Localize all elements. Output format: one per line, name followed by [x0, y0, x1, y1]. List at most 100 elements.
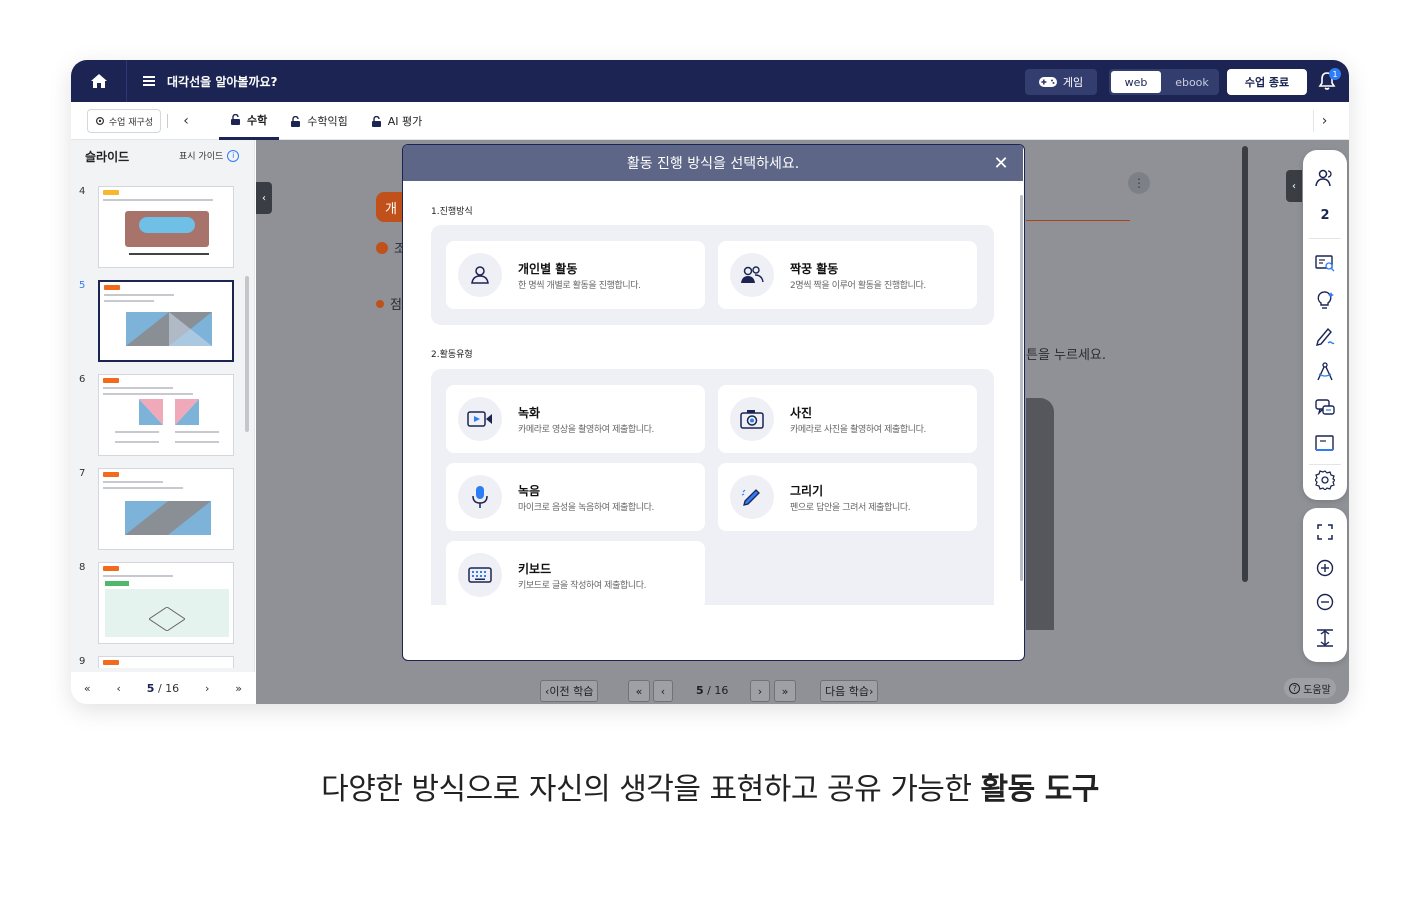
board-search-button[interactable]: [1315, 254, 1335, 274]
section-title: 1.진행방식: [431, 207, 473, 217]
home-icon: [90, 74, 107, 88]
slide-thumbnail: [98, 280, 234, 362]
page-indicator: 5 / 16: [147, 682, 179, 695]
chevron-left-icon[interactable]: ‹: [175, 110, 197, 132]
next-lesson-label: 다음 학습: [825, 685, 869, 698]
slide-list: 4 5 6 7 8 9: [71, 176, 255, 668]
game-button[interactable]: 게임: [1025, 69, 1097, 95]
collapse-sidebar-button[interactable]: ‹: [256, 182, 272, 214]
right-toolbar: 2: [1303, 150, 1347, 500]
tab-ai-evaluation[interactable]: AI 평가: [360, 102, 435, 140]
chat-button[interactable]: [1315, 398, 1335, 418]
slide-pager: « ‹ 5 / 16 › »: [71, 672, 255, 704]
zoom-out-icon: [1316, 593, 1334, 611]
tab-math[interactable]: 수학: [219, 102, 280, 140]
slide-item[interactable]: 4: [71, 184, 255, 278]
bullet-icon: [376, 300, 384, 308]
current-page: 5: [696, 684, 704, 697]
close-icon[interactable]: ✕: [991, 153, 1011, 174]
prev-lesson-button[interactable]: ‹ 이전 학습: [540, 680, 599, 702]
first-page-button[interactable]: «: [628, 680, 650, 702]
keyboard-activity-card[interactable]: 키보드 키보드로 글을 작성하여 제출합니다.: [446, 541, 705, 609]
settings-button[interactable]: [1315, 470, 1335, 490]
slide-item[interactable]: 7: [71, 466, 255, 560]
collapse-tools-button[interactable]: ‹: [1286, 170, 1302, 202]
lesson-menu[interactable]: 대각선을 알아볼까요?: [143, 60, 278, 102]
hint-button[interactable]: [1315, 290, 1335, 310]
video-activity-card[interactable]: 녹화 카메라로 영상을 촬영하여 제출합니다.: [446, 385, 705, 453]
game-label: 게임: [1062, 76, 1084, 89]
last-page-button[interactable]: »: [774, 680, 796, 702]
caption-text: 다양한 방식으로 자신의 생각을 표현하고 공유 가능한: [321, 772, 981, 807]
slide-thumbnail: [98, 656, 234, 668]
help-icon: ?: [1289, 682, 1301, 694]
slide-number: 7: [79, 468, 86, 479]
slide-item[interactable]: 6: [71, 372, 255, 466]
prev-page-icon[interactable]: ‹: [117, 682, 121, 695]
participants-button[interactable]: [1315, 168, 1335, 188]
card-description: 카메라로 사진을 촬영하여 제출합니다.: [790, 425, 926, 435]
page-separator: /: [157, 681, 162, 695]
prev-page-button[interactable]: ‹: [653, 680, 673, 702]
more-options-icon[interactable]: ⋮: [1128, 172, 1150, 194]
next-page-button[interactable]: ›: [750, 680, 770, 702]
background-text: 점: [390, 298, 402, 313]
slide-item[interactable]: 8: [71, 560, 255, 654]
activity-mode-dialog: 활동 진행 방식을 선택하세요. ✕ 1.진행방식 개인별 활동 한 명씩 개별…: [402, 144, 1025, 661]
pen-button[interactable]: [1315, 326, 1335, 346]
slide-item[interactable]: 9: [71, 654, 255, 668]
view-toggle: web ebook: [1109, 69, 1219, 95]
display-guide-button[interactable]: 표시 가이드 i: [179, 149, 240, 162]
sidebar-scrollbar[interactable]: [245, 276, 249, 432]
lesson-nav: ‹ 이전 학습 « ‹ 5 / 16 › » 다음 학습 › ? 도움말: [256, 670, 1349, 704]
compass-button[interactable]: [1315, 362, 1335, 382]
chevron-right-icon[interactable]: ›: [1313, 110, 1335, 132]
next-page-icon[interactable]: ›: [205, 682, 209, 695]
current-page: 5: [146, 681, 155, 695]
card-description: 2명씩 짝을 이루어 활동을 진행합니다.: [790, 281, 926, 291]
video-camera-icon: [458, 397, 502, 441]
total-pages: 16: [165, 681, 180, 695]
page-indicator: 5 / 16: [696, 684, 728, 697]
photo-activity-card[interactable]: 사진 카메라로 사진을 촬영하여 제출합니다.: [718, 385, 977, 453]
zoom-out-button[interactable]: [1315, 592, 1335, 612]
fit-height-icon: [1317, 629, 1333, 647]
reconfigure-button[interactable]: 수업 재구성: [87, 109, 161, 133]
last-page-icon[interactable]: »: [235, 682, 242, 695]
board-button[interactable]: [1315, 434, 1335, 454]
web-toggle[interactable]: web: [1111, 71, 1161, 93]
page-separator: /: [707, 684, 711, 697]
slide-scrollbar[interactable]: [1242, 146, 1248, 582]
fullscreen-button[interactable]: [1315, 522, 1335, 542]
slide-thumbnail: [98, 562, 234, 644]
end-class-button[interactable]: 수업 종료: [1227, 69, 1307, 95]
next-lesson-button[interactable]: 다음 학습 ›: [820, 680, 879, 702]
home-button[interactable]: [71, 60, 127, 102]
first-page-icon[interactable]: «: [84, 682, 91, 695]
compass-icon: [1317, 362, 1333, 381]
tab-math-practice[interactable]: 수학익힘: [279, 102, 359, 140]
pair-activity-card[interactable]: 짝꿍 활동 2명씩 짝을 이루어 활동을 진행합니다.: [718, 241, 977, 309]
chat-icon: [1315, 399, 1335, 416]
dialog-scrollbar[interactable]: [1020, 195, 1023, 581]
voice-activity-card[interactable]: 녹음 마이크로 음성을 녹음하여 제출합니다.: [446, 463, 705, 531]
camera-icon: [730, 397, 774, 441]
caption-highlight: 활동 도구: [980, 772, 1100, 807]
sub-toolbar: 수업 재구성 ‹ 수학 수학익힘 AI 평가 ›: [71, 102, 1349, 140]
card-title: 녹화: [518, 406, 541, 420]
card-title: 짝꿍 활동: [790, 262, 839, 276]
slide-item[interactable]: 5: [71, 278, 255, 372]
help-button[interactable]: ? 도움말: [1284, 678, 1336, 698]
card-title: 사진: [790, 406, 813, 420]
card-title: 키보드: [518, 562, 552, 576]
fullscreen-icon: [1317, 524, 1333, 540]
individual-activity-card[interactable]: 개인별 활동 한 명씩 개별로 활동을 진행합니다.: [446, 241, 705, 309]
fit-height-button[interactable]: [1315, 628, 1335, 648]
drawing-activity-card[interactable]: 그리기 펜으로 답안을 그려서 제출합니다.: [718, 463, 977, 531]
guide-label: 표시 가이드: [179, 152, 224, 162]
notification-button[interactable]: 1: [1317, 68, 1341, 93]
lock-open-icon: [371, 115, 381, 127]
zoom-in-button[interactable]: [1315, 558, 1335, 578]
ebook-toggle[interactable]: ebook: [1165, 69, 1219, 95]
slide-thumbnail: [98, 468, 234, 550]
